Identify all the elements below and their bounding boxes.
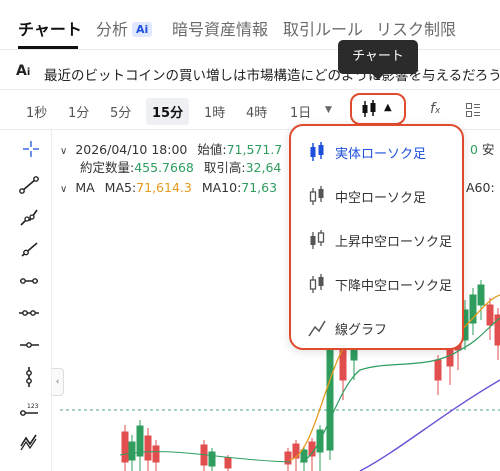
ma60-fragment: A60: xyxy=(466,180,495,195)
timeframe-15m[interactable]: 15分 xyxy=(146,98,190,125)
menu-item-solid-candle[interactable]: 実体ローソク足 xyxy=(291,130,461,174)
volume-info-line: 約定数量:455.7668 取引高:32,64 xyxy=(80,157,281,176)
chart-type-tooltip: チャート xyxy=(338,40,418,74)
candlestick-icon xyxy=(362,100,376,117)
pattern-icon[interactable] xyxy=(18,430,40,452)
crosshair-icon[interactable] xyxy=(22,140,40,158)
ma-label: MA xyxy=(75,180,95,195)
volume-label: 約定数量: xyxy=(80,160,135,175)
ma5-value: 71,614.3 xyxy=(136,180,192,195)
ray-icon[interactable] xyxy=(18,238,40,260)
horizontal-line-icon[interactable] xyxy=(18,270,40,292)
tab-chart[interactable]: チャート xyxy=(18,16,82,40)
menu-item-up-hollow-candle[interactable]: 上昇中空ローソク足 xyxy=(291,218,461,262)
chevron-up-icon: ▲ xyxy=(384,102,392,113)
volume-value: 455.7668 xyxy=(134,160,194,175)
open-label: 始値: xyxy=(197,142,227,157)
timeframe-1d[interactable]: 1日 xyxy=(290,102,311,121)
timeframe-5m[interactable]: 5分 xyxy=(110,102,131,121)
timeframe-4h[interactable]: 4時 xyxy=(246,102,267,121)
news-text[interactable]: 最近のビットコインの買い増しは市場構造にどのように影響を与えるだろうか xyxy=(44,64,500,84)
chevron-down-icon[interactable]: ∨ xyxy=(60,184,67,195)
timeframe-1m[interactable]: 1分 xyxy=(68,102,89,121)
hollow-candle-icon xyxy=(309,186,324,205)
active-tab-indicator xyxy=(18,46,78,49)
menu-item-label: 中空ローソク足 xyxy=(335,191,427,206)
ma-info-line: ∨ MA MA5:71,614.3 MA10:71,63 xyxy=(60,180,277,195)
tooltip-arrow xyxy=(371,73,385,80)
tab-crypto-info[interactable]: 暗号資産情報 xyxy=(172,16,268,40)
menu-item-label: 実体ローソク足 xyxy=(335,147,427,162)
top-tab-bar: チャート 分析 Ai 暗号資産情報 取引ルール リスク制限 xyxy=(0,0,500,50)
menu-item-label: 上昇中空ローソク足 xyxy=(335,235,453,250)
tab-trading-rules[interactable]: 取引ルール xyxy=(283,16,363,40)
drawing-toolbar: 123 xyxy=(0,130,52,471)
up-hollow-candle-icon xyxy=(310,230,325,249)
timeframe-1s[interactable]: 1秒 xyxy=(26,102,47,121)
ma60-label: A60: xyxy=(466,180,495,195)
ohlc-info-line: ∨ 2026/04/10 18:00 始値:71,571.7 xyxy=(60,139,282,158)
vertical-line-icon[interactable] xyxy=(18,366,40,388)
tab-analysis[interactable]: 分析 Ai xyxy=(96,16,153,40)
line-chart-icon xyxy=(308,320,326,337)
tab-risk-limits[interactable]: リスク制限 xyxy=(376,16,456,40)
price-label-icon[interactable]: 123 xyxy=(18,398,40,420)
multi-line-icon[interactable] xyxy=(18,206,40,228)
menu-item-label: 線グラフ xyxy=(335,323,388,338)
indicator-fx-icon[interactable]: fx xyxy=(430,101,440,117)
right-label: 安 xyxy=(481,142,495,157)
news-banner[interactable]: Ai 最近のビットコインの買い増しは市場構造にどのように影響を与えるだろうか xyxy=(0,54,500,90)
down-hollow-candle-icon xyxy=(309,274,324,293)
tab-analysis-label: 分析 xyxy=(96,20,129,39)
chart-type-button[interactable]: ▲ xyxy=(350,93,406,125)
ma10-label: MA10: xyxy=(201,180,242,195)
menu-item-hollow-candle[interactable]: 中空ローソク足 xyxy=(291,174,461,218)
menu-item-label: 下降中空ローソク足 xyxy=(335,279,453,294)
trend-line-icon[interactable] xyxy=(18,174,40,196)
chart-type-dropdown: 実体ローソク足 中空ローソク足 上昇中空ローソク足 下降中空ローソク足 線グラフ xyxy=(289,124,464,350)
timeframe-1h[interactable]: 1時 xyxy=(204,102,225,121)
ai-icon: Ai xyxy=(16,63,31,79)
right-info-fragment: 0 安 xyxy=(470,139,494,158)
horizontal-segment-icon[interactable] xyxy=(18,302,40,324)
candle-datetime: 2026/04/10 18:00 xyxy=(75,142,188,157)
open-value: 71,571.7 xyxy=(226,142,283,157)
ma60-line xyxy=(359,379,500,471)
horizontal-ray-icon[interactable] xyxy=(18,334,40,356)
menu-item-down-hollow-candle[interactable]: 下降中空ローソク足 xyxy=(291,262,461,306)
ma10-value: 71,63 xyxy=(241,180,278,195)
right-value: 0 xyxy=(470,142,478,157)
turnover-value: 32,64 xyxy=(245,160,282,175)
svg-text:123: 123 xyxy=(27,403,39,410)
ma5-label: MA5: xyxy=(104,180,137,195)
chevron-down-icon[interactable]: ∨ xyxy=(60,146,67,157)
solid-candle-icon xyxy=(310,142,324,161)
ai-badge: Ai xyxy=(132,22,153,37)
layout-grid-icon[interactable] xyxy=(466,103,480,117)
timeframe-more-caret[interactable]: ▼ xyxy=(325,105,332,115)
menu-item-line-chart[interactable]: 線グラフ xyxy=(291,306,461,350)
turnover-label: 取引高: xyxy=(203,160,246,175)
